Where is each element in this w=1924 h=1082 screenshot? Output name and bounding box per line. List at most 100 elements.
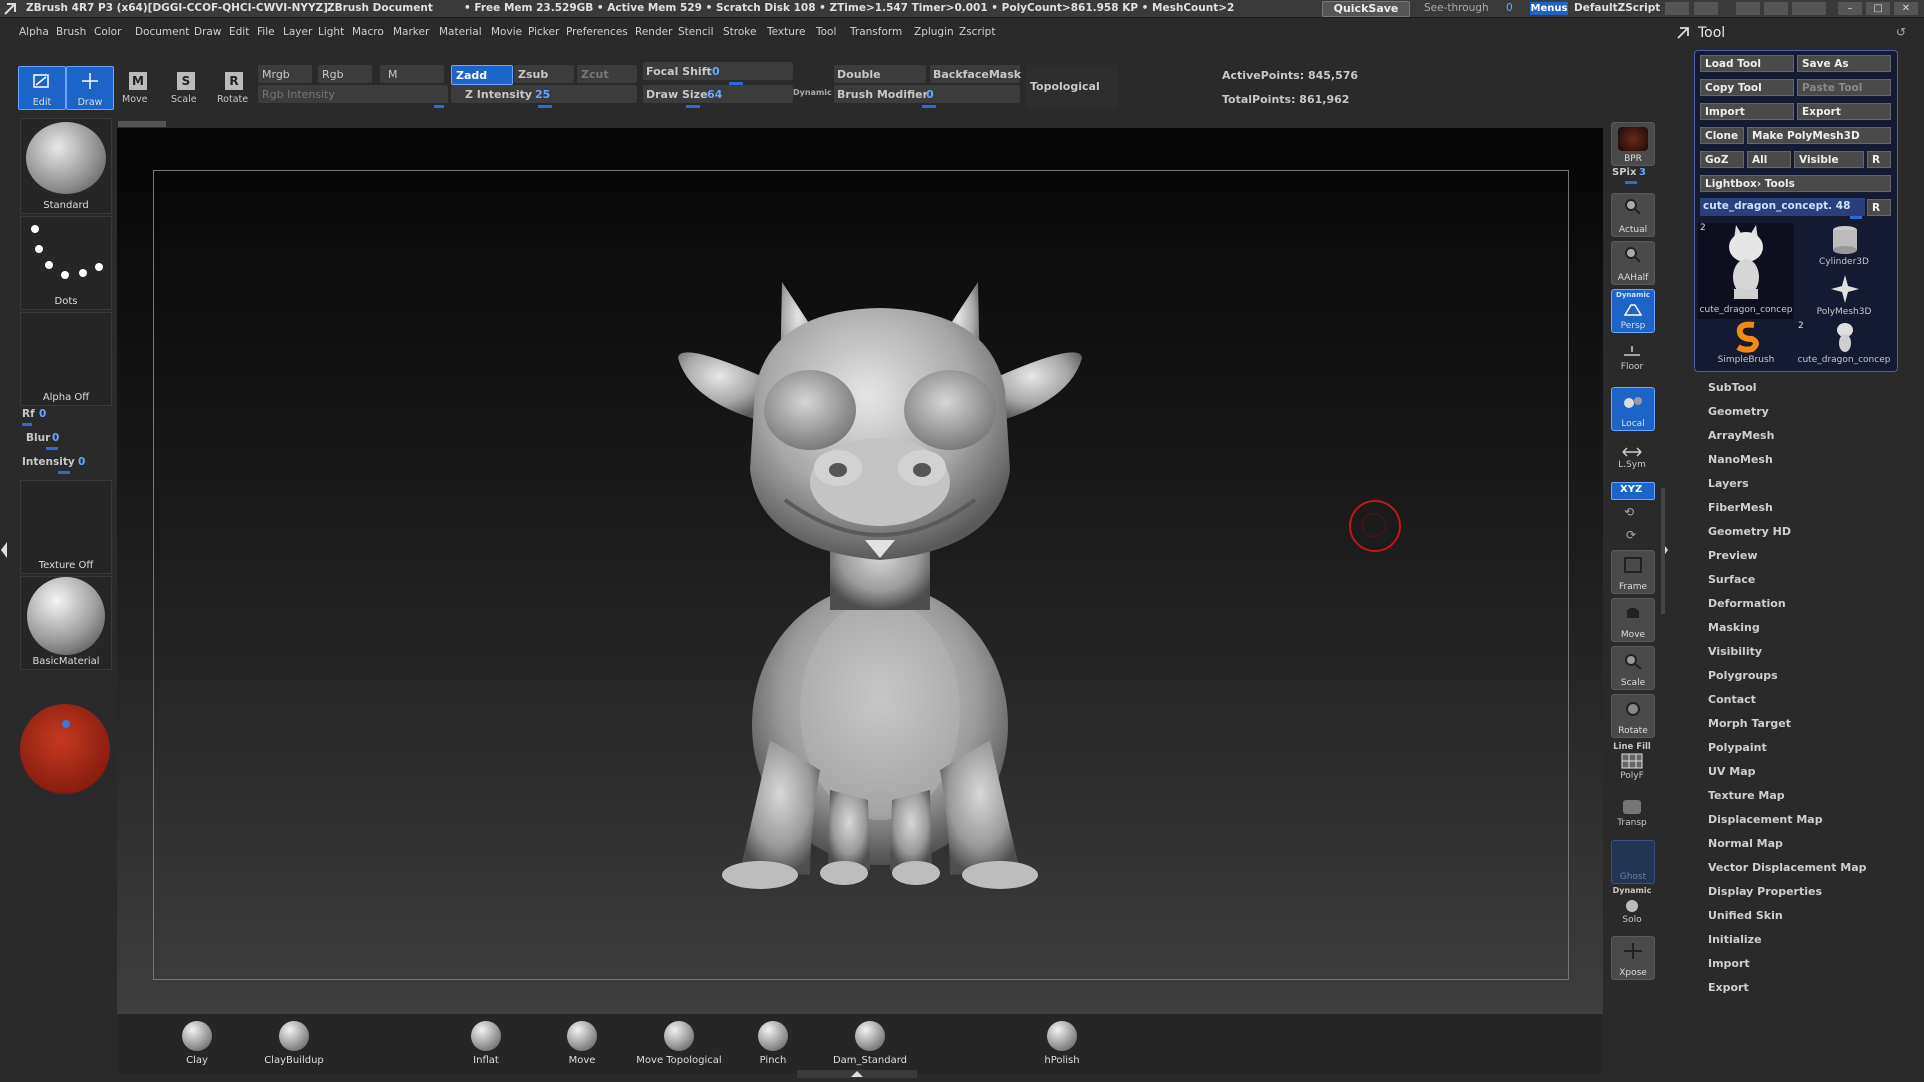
clone-button[interactable]: Clone — [1700, 127, 1744, 144]
tool-submenu-vector-displacement-map[interactable]: Vector Displacement Map — [1708, 861, 1867, 874]
make-polymesh3d-button[interactable]: Make PolyMesh3D — [1747, 127, 1891, 144]
intensity-thumb[interactable] — [58, 471, 70, 474]
menu-movie[interactable]: Movie — [491, 26, 522, 38]
tool-thumb-dragon[interactable]: 2 cute_dragon_concep — [1698, 223, 1794, 319]
brush-pinch[interactable]: Pinch — [738, 1019, 808, 1069]
see-through-slider[interactable]: See-through 0 — [1418, 1, 1520, 17]
menu-preferences[interactable]: Preferences — [566, 26, 628, 38]
tool-thumb-cylinder3d[interactable]: Cylinder3D — [1796, 223, 1892, 269]
zadd-button[interactable]: Zadd — [451, 65, 513, 85]
tool-submenu-geometry[interactable]: Geometry — [1708, 405, 1769, 418]
blur-slider[interactable]: Blur 0 — [20, 432, 110, 450]
floor-button[interactable]: Floor — [1611, 340, 1653, 376]
tool-submenu-visibility[interactable]: Visibility — [1708, 645, 1762, 658]
menu-file[interactable]: File — [257, 26, 275, 38]
bottom-tray-handle[interactable] — [797, 1070, 917, 1078]
rotate-y-icon[interactable]: ⟲ — [1624, 505, 1634, 519]
tool-submenu-export[interactable]: Export — [1708, 981, 1749, 994]
tool-submenu-unified-skin[interactable]: Unified Skin — [1708, 909, 1783, 922]
rotate-mode-button[interactable]: R Rotate — [214, 68, 254, 108]
quicksave-button[interactable]: QuickSave — [1322, 1, 1410, 17]
rgb-button[interactable]: Rgb — [318, 65, 372, 83]
brush-dam-standard[interactable]: Dam_Standard — [830, 1019, 910, 1069]
brush-selector[interactable]: Standard — [20, 118, 112, 214]
material-selector[interactable]: BasicMaterial — [20, 576, 112, 670]
alpha-selector[interactable]: Alpha Off — [20, 312, 112, 406]
menu-layer[interactable]: Layer — [283, 26, 312, 38]
tool-submenu-surface[interactable]: Surface — [1708, 573, 1755, 586]
color-picker-sphere[interactable] — [20, 704, 110, 794]
close-icon[interactable]: ✕ — [1894, 2, 1918, 15]
tool-submenu-fibermesh[interactable]: FiberMesh — [1708, 501, 1773, 514]
m-button[interactable]: M — [380, 65, 444, 83]
window-tile-icon[interactable] — [1736, 2, 1760, 15]
current-tool-slider[interactable]: cute_dragon_concept. 48 — [1700, 198, 1865, 219]
spix-slider[interactable]: SPix 3 — [1611, 167, 1653, 184]
menu-stroke[interactable]: Stroke — [723, 26, 756, 38]
menu-picker[interactable]: Picker — [528, 26, 559, 38]
menu-edit[interactable]: Edit — [229, 26, 249, 38]
tool-thumb-polymesh3d[interactable]: PolyMesh3D — [1796, 273, 1892, 319]
layout-left-icon[interactable] — [1665, 2, 1689, 15]
lsym-button[interactable]: L.Sym — [1611, 440, 1653, 476]
spix-thumb[interactable] — [1625, 181, 1637, 184]
intensity-slider[interactable]: Intensity 0 — [20, 456, 110, 474]
tool-thumb-dragon-2[interactable]: 2 cute_dragon_concep — [1796, 321, 1892, 367]
rotate-z-icon[interactable]: ⟳ — [1626, 528, 1636, 542]
current-tool-r-button[interactable]: R — [1867, 199, 1891, 216]
zsub-button[interactable]: Zsub — [514, 65, 574, 83]
blur-thumb[interactable] — [46, 447, 58, 450]
menu-transform[interactable]: Transform — [850, 26, 902, 38]
export-button[interactable]: Export — [1797, 103, 1891, 120]
goz-button[interactable]: GoZ — [1700, 151, 1744, 168]
save-as-button[interactable]: Save As — [1797, 55, 1891, 72]
move-view-button[interactable]: Move — [1611, 598, 1655, 642]
current-tool-thumb[interactable] — [1850, 216, 1862, 219]
scale-mode-button[interactable]: S Scale — [166, 68, 206, 108]
scale-view-button[interactable]: Scale — [1611, 646, 1655, 690]
brush-inflat[interactable]: Inflat — [451, 1019, 521, 1069]
rf-slider[interactable]: Rf 0 — [20, 408, 110, 426]
menu-document[interactable]: Document — [135, 26, 189, 38]
xpose-button[interactable]: Xpose — [1611, 936, 1655, 980]
tool-submenu-subtool[interactable]: SubTool — [1708, 381, 1757, 394]
dragon-model[interactable] — [660, 270, 1100, 900]
menu-macro[interactable]: Macro — [352, 26, 384, 38]
menu-marker[interactable]: Marker — [393, 26, 429, 38]
double-button[interactable]: Double — [834, 65, 926, 83]
menu-tool[interactable]: Tool — [816, 26, 836, 38]
maximize-icon[interactable]: □ — [1866, 2, 1890, 15]
tool-submenu-geometry-hd[interactable]: Geometry HD — [1708, 525, 1791, 538]
draw-size-thumb[interactable] — [686, 105, 700, 108]
tool-submenu-deformation[interactable]: Deformation — [1708, 597, 1786, 610]
persp-button[interactable]: Dynamic Persp — [1611, 289, 1655, 333]
tray-scrollbar[interactable] — [1661, 488, 1665, 614]
lock-icon[interactable] — [1802, 2, 1826, 15]
stroke-selector[interactable]: Dots — [20, 216, 112, 310]
menu-color[interactable]: Color — [94, 26, 121, 38]
tool-submenu-initialize[interactable]: Initialize — [1708, 933, 1762, 946]
toolbar-collapse-handle[interactable] — [118, 121, 166, 127]
local-button[interactable]: Local — [1611, 387, 1655, 431]
rf-thumb[interactable] — [22, 423, 32, 426]
menu-alpha[interactable]: Alpha — [19, 26, 49, 38]
tool-submenu-display-properties[interactable]: Display Properties — [1708, 885, 1822, 898]
brush-clay[interactable]: Clay — [162, 1019, 232, 1069]
draw-mode-button[interactable]: Draw — [66, 66, 114, 110]
frame-button[interactable]: Frame — [1611, 550, 1655, 594]
rotate-view-button[interactable]: Rotate — [1611, 694, 1655, 738]
focal-shift-slider[interactable]: Focal Shift 0 — [643, 62, 793, 85]
tool-submenu-morph-target[interactable]: Morph Target — [1708, 717, 1791, 730]
tool-submenu-layers[interactable]: Layers — [1708, 477, 1749, 490]
default-zscript[interactable]: DefaultZScript — [1574, 2, 1660, 14]
layout-right-icon[interactable] — [1694, 2, 1718, 15]
z-intensity-slider[interactable]: Z Intensity 25 — [451, 85, 637, 108]
tool-submenu-texture-map[interactable]: Texture Map — [1708, 789, 1785, 802]
lightbox-tools-button[interactable]: Lightbox› Tools — [1700, 175, 1891, 192]
load-tool-button[interactable]: Load Tool — [1700, 55, 1794, 72]
rgb-intensity-slider[interactable]: Rgb Intensity — [258, 85, 448, 108]
tool-submenu-uv-map[interactable]: UV Map — [1708, 765, 1756, 778]
tool-submenu-contact[interactable]: Contact — [1708, 693, 1756, 706]
move-mode-button[interactable]: M Move — [118, 68, 158, 108]
tool-submenu-normal-map[interactable]: Normal Map — [1708, 837, 1783, 850]
